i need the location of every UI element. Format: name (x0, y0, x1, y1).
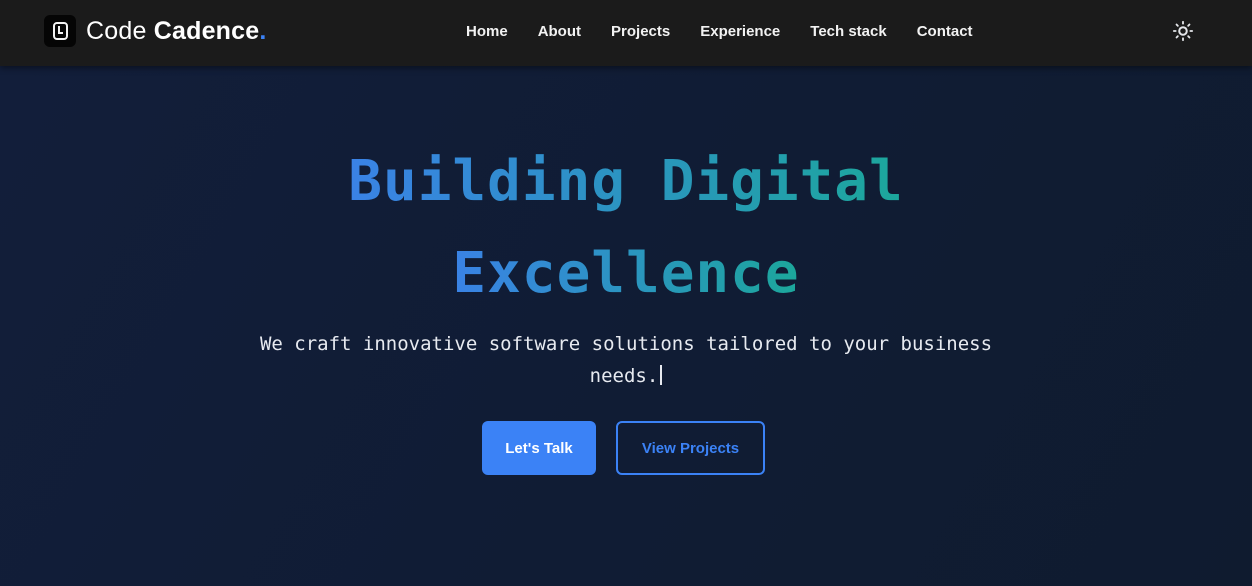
main-nav: Home About Projects Experience Tech stac… (466, 22, 1003, 42)
sun-icon (1172, 20, 1194, 42)
nav-experience[interactable]: Experience (700, 22, 780, 42)
logo-icon (44, 15, 76, 47)
subtitle-line-1: We craft innovative software solutions t… (259, 333, 993, 355)
theme-toggle-button[interactable] (1171, 19, 1195, 43)
subtitle-line-2: needs. (589, 365, 659, 387)
nav-home[interactable]: Home (466, 22, 508, 42)
brand-name: Code Cadence. (86, 16, 267, 45)
brand-logo-link[interactable]: Code Cadence. (44, 14, 267, 48)
hero-headline: Building Digital Excellence (0, 136, 1252, 320)
view-projects-button[interactable]: View Projects (616, 421, 765, 475)
nav-projects[interactable]: Projects (611, 22, 670, 42)
hero-subtitle: We craft innovative software solutions t… (200, 328, 1052, 392)
hero-section: Building Digital Excellence We craft inn… (0, 66, 1252, 586)
navbar: Code Cadence. Home About Projects Experi… (0, 0, 1252, 66)
headline-line-2: Excellence (452, 241, 800, 306)
nav-contact[interactable]: Contact (917, 22, 973, 42)
nav-tech-stack[interactable]: Tech stack (810, 22, 886, 42)
headline-line-1: Building Digital (348, 149, 904, 214)
nav-about[interactable]: About (538, 22, 581, 42)
lets-talk-button[interactable]: Let's Talk (482, 421, 596, 475)
typing-cursor (660, 365, 663, 385)
